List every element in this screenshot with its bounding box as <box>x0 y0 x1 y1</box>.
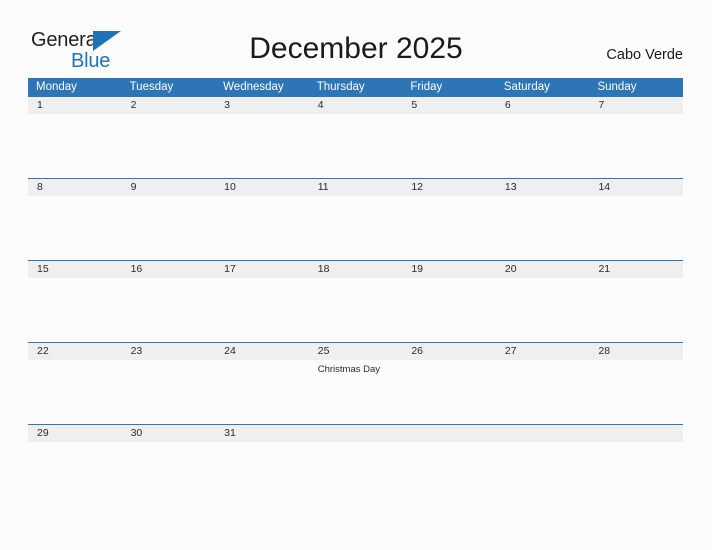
day-cell[interactable] <box>122 278 216 342</box>
weekday-header-row: Monday Tuesday Wednesday Thursday Friday… <box>28 78 683 96</box>
day-number-empty <box>589 425 683 442</box>
page-title: December 2025 <box>249 32 463 65</box>
day-number[interactable]: 23 <box>122 343 216 360</box>
day-cell[interactable] <box>402 196 496 260</box>
day-cell[interactable] <box>215 196 309 260</box>
week-event-band <box>28 278 683 342</box>
day-number[interactable]: 29 <box>28 425 122 442</box>
week-event-band <box>28 114 683 178</box>
day-cell[interactable] <box>122 196 216 260</box>
day-number[interactable]: 1 <box>28 97 122 114</box>
weekday-sunday: Sunday <box>597 81 637 93</box>
day-cell[interactable] <box>589 196 683 260</box>
day-number[interactable]: 16 <box>122 261 216 278</box>
day-number[interactable]: 31 <box>215 425 309 442</box>
day-number[interactable]: 28 <box>589 343 683 360</box>
week-row: 29 30 31 <box>28 424 683 442</box>
week-date-band: 22 23 24 25 26 27 28 <box>28 343 683 360</box>
day-number[interactable]: 3 <box>215 97 309 114</box>
day-cell[interactable] <box>589 360 683 424</box>
day-number[interactable]: 30 <box>122 425 216 442</box>
day-number[interactable]: 8 <box>28 179 122 196</box>
day-number-empty <box>309 425 403 442</box>
day-number[interactable]: 5 <box>402 97 496 114</box>
week-event-band: Christmas Day <box>28 360 683 424</box>
day-cell[interactable] <box>402 114 496 178</box>
week-event-band <box>28 196 683 260</box>
page-header: General Blue December 2025 Cabo Verde <box>0 0 712 78</box>
week-date-band: 15 16 17 18 19 20 21 <box>28 261 683 278</box>
day-event-christmas: Christmas Day <box>317 364 381 375</box>
day-cell[interactable] <box>589 278 683 342</box>
week-row: 15 16 17 18 19 20 21 <box>28 260 683 342</box>
day-cell[interactable] <box>496 114 590 178</box>
day-number[interactable]: 15 <box>28 261 122 278</box>
day-number[interactable]: 19 <box>402 261 496 278</box>
day-number[interactable]: 10 <box>215 179 309 196</box>
week-row: 1 2 3 4 5 6 7 <box>28 96 683 178</box>
day-cell[interactable] <box>28 360 122 424</box>
day-number-empty <box>402 425 496 442</box>
weekday-tuesday: Tuesday <box>129 81 174 93</box>
day-cell[interactable] <box>122 114 216 178</box>
day-cell[interactable] <box>496 360 590 424</box>
day-number[interactable]: 21 <box>589 261 683 278</box>
weekday-monday: Monday <box>36 81 77 93</box>
day-number[interactable]: 18 <box>309 261 403 278</box>
day-number[interactable]: 11 <box>309 179 403 196</box>
day-number[interactable]: 25 <box>309 343 403 360</box>
day-number[interactable]: 22 <box>28 343 122 360</box>
day-cell[interactable] <box>402 360 496 424</box>
weekday-saturday: Saturday <box>503 81 550 93</box>
calendar-page: General Blue December 2025 Cabo Verde Mo… <box>0 0 712 550</box>
day-number[interactable]: 24 <box>215 343 309 360</box>
day-cell[interactable] <box>309 278 403 342</box>
day-number[interactable]: 20 <box>496 261 590 278</box>
day-cell[interactable]: Christmas Day <box>309 360 403 424</box>
day-number[interactable]: 12 <box>402 179 496 196</box>
day-cell[interactable] <box>309 196 403 260</box>
day-cell[interactable] <box>28 114 122 178</box>
day-cell[interactable] <box>28 278 122 342</box>
day-cell[interactable] <box>402 278 496 342</box>
weekday-wednesday: Wednesday <box>223 81 284 93</box>
week-date-band: 8 9 10 11 12 13 14 <box>28 179 683 196</box>
day-number[interactable]: 27 <box>496 343 590 360</box>
day-cell[interactable] <box>496 196 590 260</box>
day-cell[interactable] <box>215 360 309 424</box>
day-cell[interactable] <box>215 114 309 178</box>
region-label: Cabo Verde <box>606 47 683 63</box>
day-cell[interactable] <box>496 278 590 342</box>
weekday-thursday: Thursday <box>316 81 365 93</box>
day-cell[interactable] <box>589 114 683 178</box>
day-cell[interactable] <box>28 196 122 260</box>
day-cell[interactable] <box>215 278 309 342</box>
day-number[interactable]: 7 <box>589 97 683 114</box>
day-number[interactable]: 6 <box>496 97 590 114</box>
day-number-empty <box>496 425 590 442</box>
day-cell[interactable] <box>309 114 403 178</box>
day-number[interactable]: 9 <box>122 179 216 196</box>
day-number[interactable]: 26 <box>402 343 496 360</box>
day-number[interactable]: 2 <box>122 97 216 114</box>
day-number[interactable]: 13 <box>496 179 590 196</box>
week-date-band: 1 2 3 4 5 6 7 <box>28 97 683 114</box>
week-date-band: 29 30 31 <box>28 425 683 442</box>
weekday-friday: Friday <box>410 81 443 93</box>
week-row: 22 23 24 25 26 27 28 Christmas Day <box>28 342 683 424</box>
calendar-grid: Monday Tuesday Wednesday Thursday Friday… <box>28 78 683 442</box>
day-number[interactable]: 17 <box>215 261 309 278</box>
day-number[interactable]: 14 <box>589 179 683 196</box>
day-cell[interactable] <box>122 360 216 424</box>
week-row: 8 9 10 11 12 13 14 <box>28 178 683 260</box>
day-number[interactable]: 4 <box>309 97 403 114</box>
